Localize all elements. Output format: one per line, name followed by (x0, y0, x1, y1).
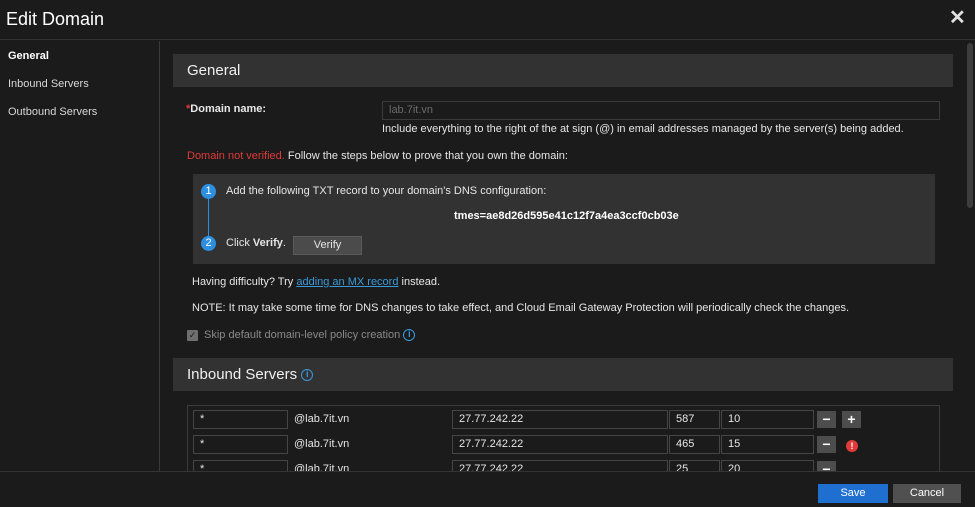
cancel-button[interactable]: Cancel (893, 484, 961, 503)
domain-name-input[interactable]: lab.7it.vn (382, 101, 940, 120)
inbound-section-header: Inbound Servers i (173, 358, 953, 391)
general-section-title: General (187, 62, 241, 79)
sidebar-item-outbound-servers[interactable]: Outbound Servers (8, 106, 97, 118)
vertical-scrollbar[interactable] (965, 41, 975, 471)
skip-policy-label-text: Skip default domain-level policy creatio… (204, 329, 401, 341)
step-connector (208, 198, 209, 238)
priority-input[interactable]: 10 (721, 410, 814, 429)
local-part-input[interactable]: * (193, 435, 288, 454)
sidebar-item-general[interactable]: General (8, 50, 49, 62)
dns-note: NOTE: It may take some time for DNS chan… (192, 302, 850, 314)
step-2-text: Click Verify. (226, 237, 286, 249)
remove-row-button[interactable]: − (817, 461, 836, 471)
domain-name-label: *Domain name: (186, 103, 266, 115)
port-input[interactable]: 25 (669, 460, 720, 471)
step-2-suffix: . (282, 237, 286, 249)
sidebar-item-inbound-servers[interactable]: Inbound Servers (8, 78, 89, 90)
add-row-button[interactable]: + (842, 411, 861, 428)
inbound-section-title: Inbound Servers i (187, 366, 314, 383)
warning-icon[interactable]: ! (846, 440, 858, 452)
dialog-titlebar: Edit Domain ✕ (0, 0, 975, 40)
step-2-prefix: Click (226, 237, 253, 249)
dialog-footer: Save Cancel (0, 471, 975, 507)
step-1-badge: 1 (201, 184, 216, 199)
domain-name-hint: Include everything to the right of the a… (382, 123, 904, 135)
inbound-servers-table: * @lab.7it.vn 27.77.242.22 587 10 − + * … (187, 405, 940, 471)
priority-input[interactable]: 15 (721, 435, 814, 454)
step-2-bold: Verify (252, 237, 283, 249)
skip-policy-label: Skip default domain-level policy creatio… (204, 329, 416, 342)
close-icon[interactable]: ✕ (949, 8, 966, 28)
inbound-section-title-text: Inbound Servers (187, 366, 298, 383)
server-input[interactable]: 27.77.242.22 (452, 460, 668, 471)
step-1-text: Add the following TXT record to your dom… (226, 185, 547, 197)
difficulty-line: Having difficulty? Try adding an MX reco… (192, 276, 440, 288)
difficulty-suffix: instead. (398, 276, 441, 288)
domain-name-label-text: Domain name: (190, 103, 267, 115)
remove-row-button[interactable]: − (817, 436, 836, 453)
domain-suffix: @lab.7it.vn (294, 463, 350, 471)
general-section-header: General (173, 54, 953, 87)
skip-policy-checkbox[interactable]: ✓ (187, 330, 198, 341)
dialog-title: Edit Domain (6, 9, 105, 29)
server-input[interactable]: 27.77.242.22 (452, 435, 668, 454)
local-part-input[interactable]: * (193, 460, 288, 471)
main-content: General *Domain name: lab.7it.vn Include… (161, 41, 965, 471)
port-input[interactable]: 465 (669, 435, 720, 454)
add-mx-record-link[interactable]: adding an MX record (296, 276, 398, 288)
difficulty-prefix: Having difficulty? Try (192, 276, 297, 288)
verify-button[interactable]: Verify (293, 236, 362, 255)
server-input[interactable]: 27.77.242.22 (452, 410, 668, 429)
domain-suffix: @lab.7it.vn (294, 413, 350, 425)
info-icon[interactable]: i (301, 369, 314, 382)
edit-domain-dialog: Edit Domain ✕ General Inbound Servers Ou… (0, 0, 975, 507)
info-icon[interactable]: i (403, 329, 416, 342)
sidebar: General Inbound Servers Outbound Servers (0, 41, 160, 471)
save-button[interactable]: Save (818, 484, 888, 503)
scrollbar-thumb[interactable] (967, 43, 973, 208)
remove-row-button[interactable]: − (817, 411, 836, 428)
verification-status: Domain not verified. Follow the steps be… (187, 150, 568, 162)
local-part-input[interactable]: * (193, 410, 288, 429)
txt-record-value: tmes=ae8d26d595e41c12f7a4ea3ccf0cb03e (454, 210, 679, 222)
port-input[interactable]: 587 (669, 410, 720, 429)
step-2-badge: 2 (201, 236, 216, 251)
domain-suffix: @lab.7it.vn (294, 438, 350, 450)
not-verified-text: Domain not verified. (187, 150, 285, 162)
verification-steps: 1 Add the following TXT record to your d… (193, 174, 935, 264)
priority-input[interactable]: 20 (721, 460, 814, 471)
verify-instructions: Follow the steps below to prove that you… (284, 150, 568, 162)
